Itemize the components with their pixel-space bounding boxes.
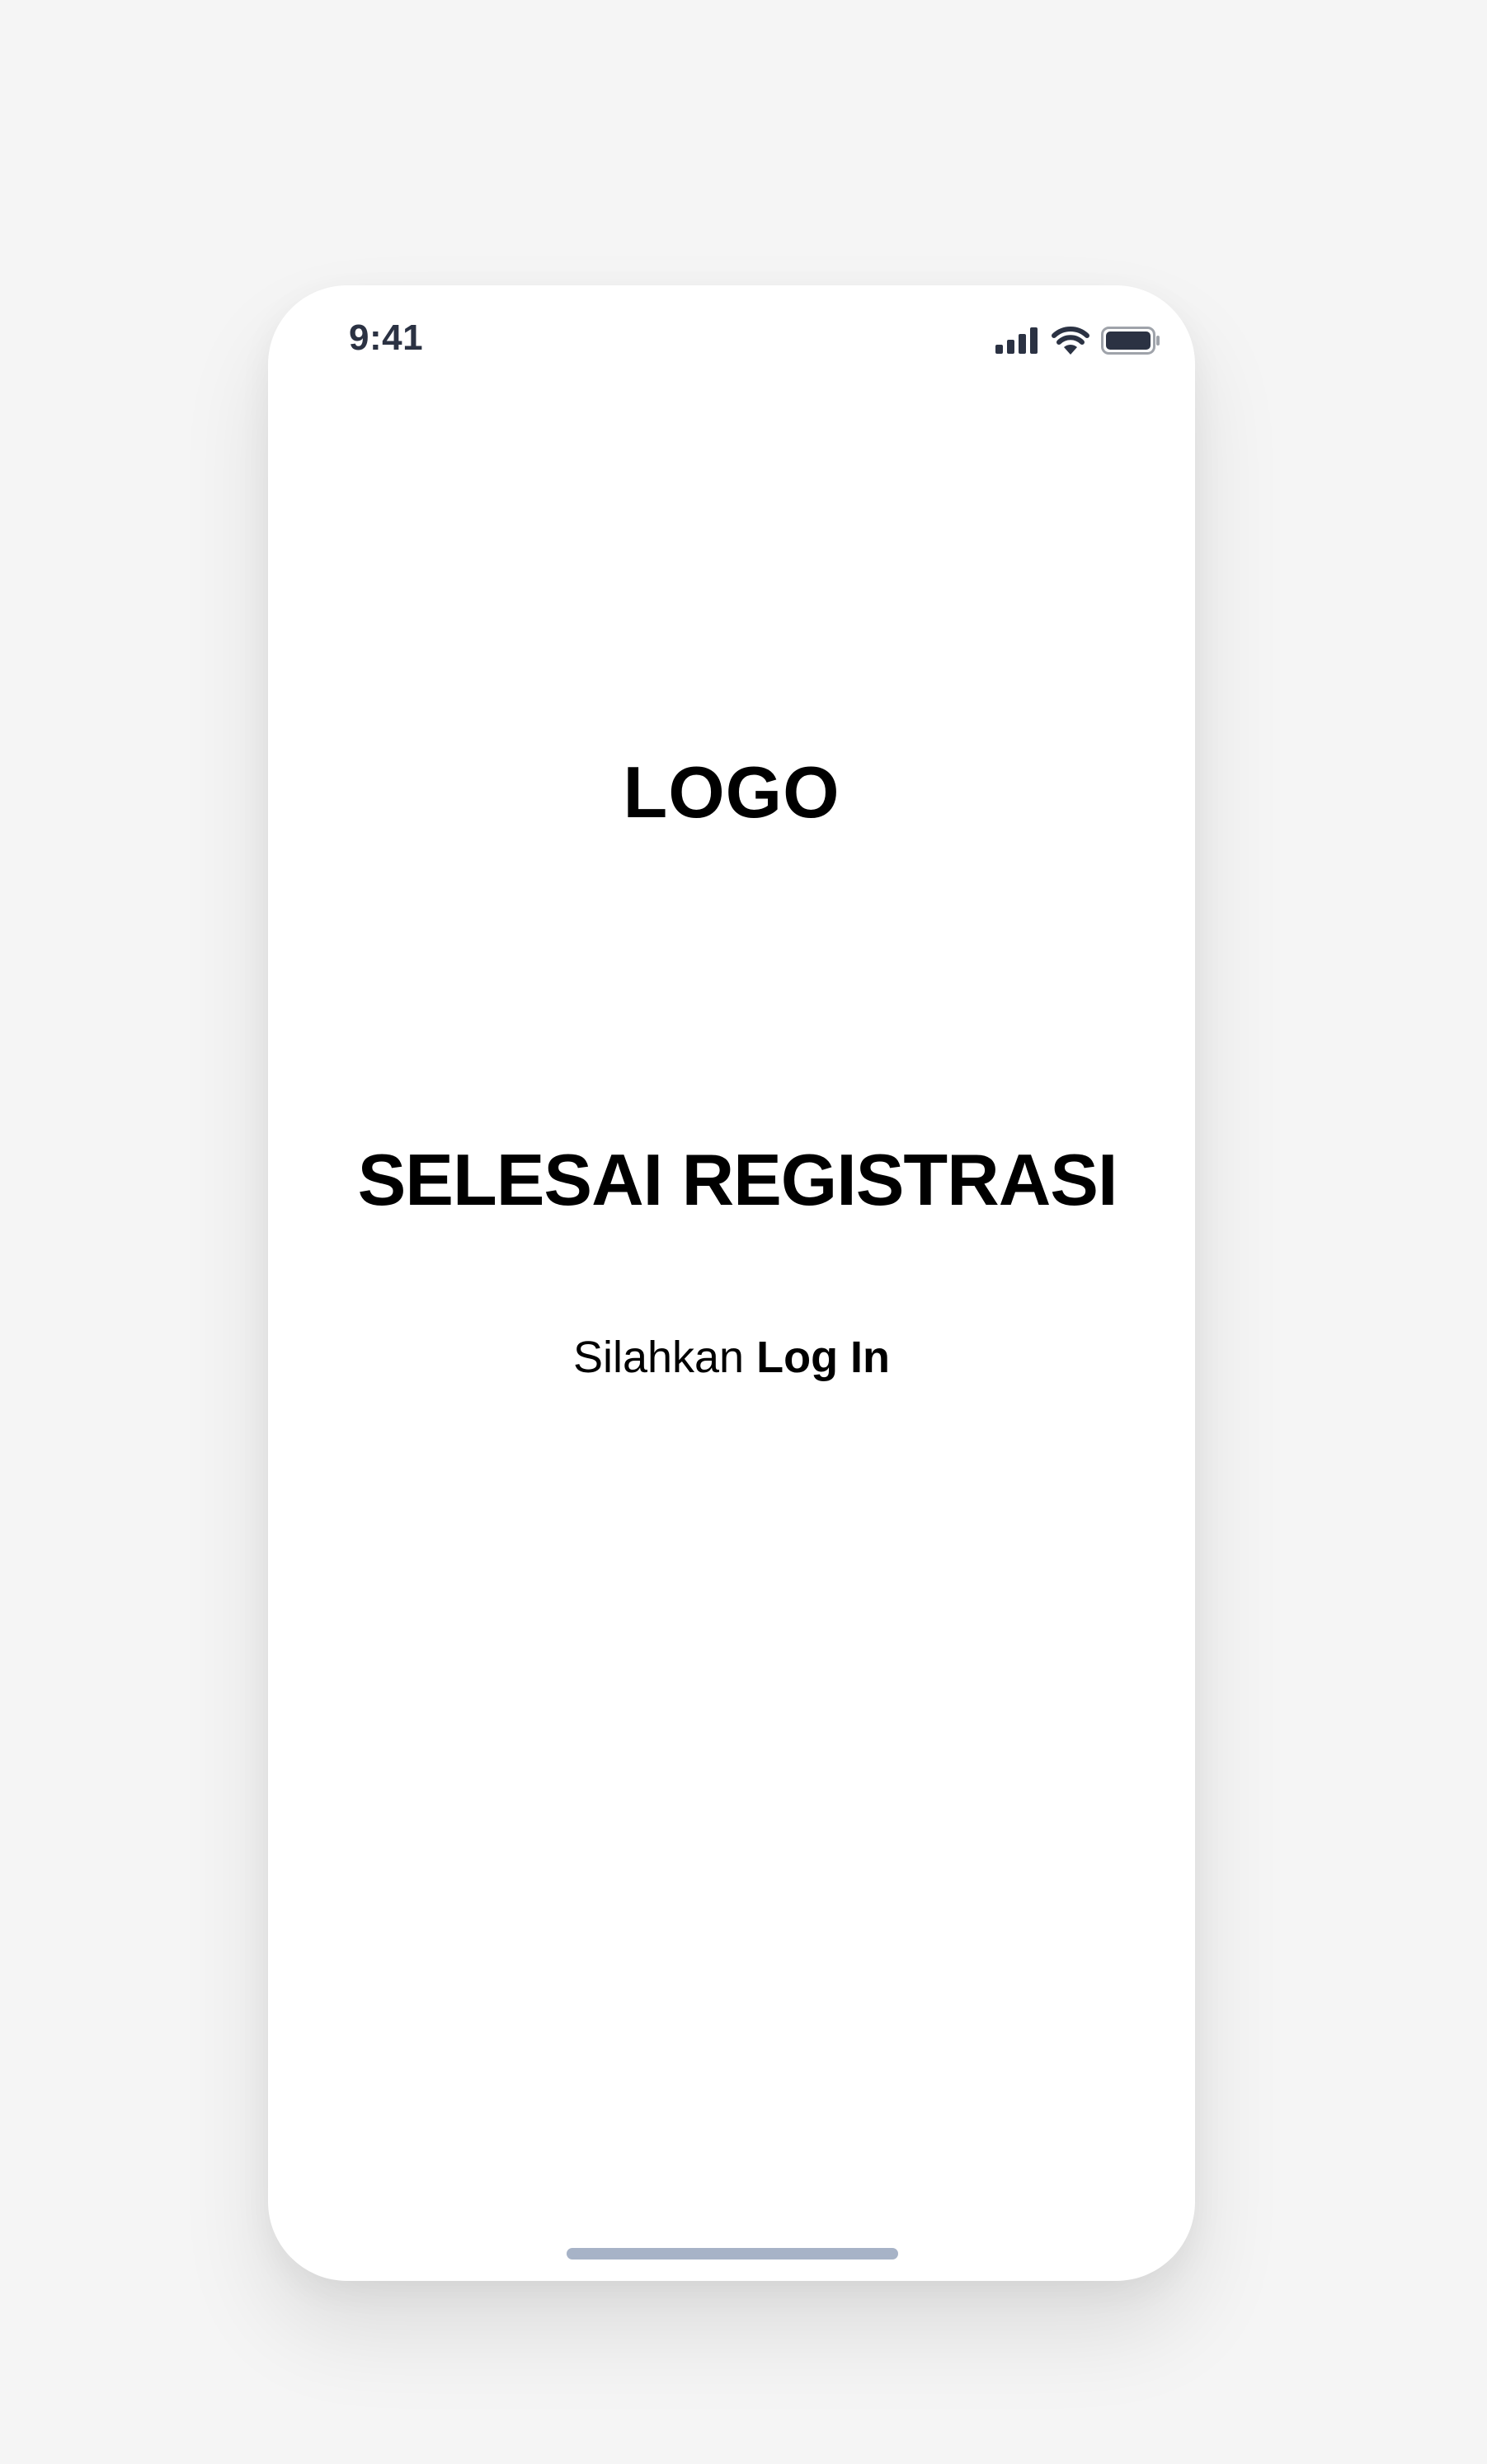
status-bar: 9:41 [268,285,1195,393]
home-indicator[interactable] [567,2248,898,2259]
login-prompt: Silahkan Log In [268,1328,1195,1386]
battery-icon [1101,327,1160,355]
wifi-icon [1052,327,1089,355]
cellular-signal-icon [995,327,1040,354]
status-icons [995,327,1160,355]
registration-complete-title: SELESAI REGISTRASI [357,1139,1118,1220]
status-time: 9:41 [349,317,424,358]
phone-screen: 9:41 LOGO SELESAI REGISTRASI Silahkan Lo… [268,285,1195,2281]
login-prompt-text: Silahkan [572,1333,745,1382]
login-link[interactable]: Log In [756,1333,890,1382]
app-logo: LOGO [623,751,840,833]
